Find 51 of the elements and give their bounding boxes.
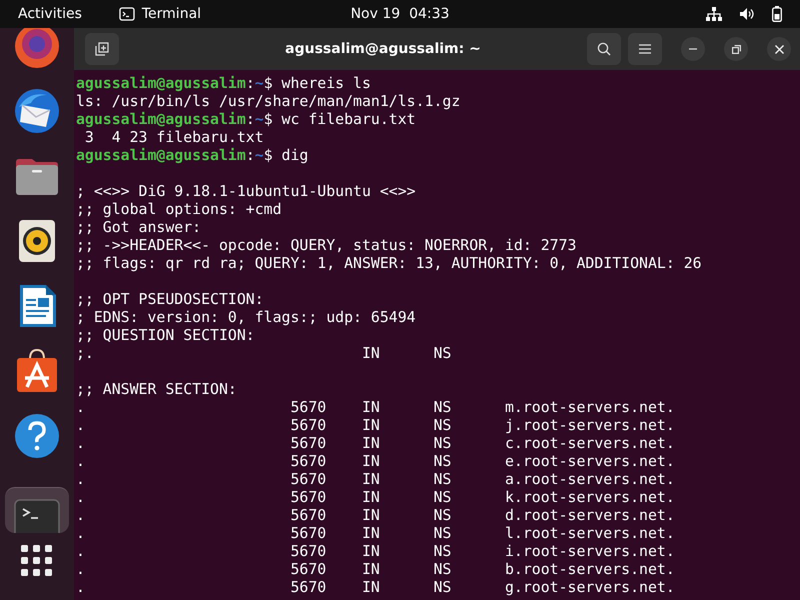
output-line: . 5670 IN NS l.root-servers.net.: [76, 524, 675, 542]
output-line: ; EDNS: version: 0, flags:; udp: 65494: [76, 308, 416, 326]
output-line: . 5670 IN NS k.root-servers.net.: [76, 488, 675, 506]
output-line: ; <<>> DiG 9.18.1-1ubuntu1-Ubuntu <<>>: [76, 182, 416, 200]
search-button[interactable]: [587, 33, 621, 65]
bird-envelope-icon: [13, 86, 61, 134]
terminal-icon: [14, 499, 60, 533]
output-line: ;; Got answer:: [76, 218, 202, 236]
output-line: . 5670 IN NS b.root-servers.net.: [76, 560, 675, 578]
clock[interactable]: Nov 19 04:33: [350, 6, 450, 22]
prompt-line: agussalim@agussalim:~$ dig: [76, 146, 308, 164]
output-line: ;; QUESTION SECTION:: [76, 326, 255, 344]
menu-icon: [639, 44, 651, 54]
new-tab-icon: [95, 42, 109, 56]
output-line: ;; ->>HEADER<<- opcode: QUERY, status: NOERROR, id: 2773: [76, 236, 576, 254]
output-line: . 5670 IN NS g.root-servers.net.: [76, 578, 675, 596]
window-title: agussalim@agussalim: ~: [284, 41, 482, 57]
apps-grid-button[interactable]: [21, 545, 53, 577]
output-line: . 5670 IN NS j.root-servers.net.: [76, 416, 675, 434]
prompt-line: agussalim@agussalim:~$ whereis ls: [76, 74, 371, 92]
network-icon[interactable]: [706, 7, 722, 21]
terminal-launcher[interactable]: [5, 487, 69, 533]
output-line: . 5670 IN NS d.root-servers.net.: [76, 506, 675, 524]
battery-icon[interactable]: [772, 6, 782, 22]
minimize-icon: [689, 48, 697, 50]
new-tab-button[interactable]: [85, 33, 119, 65]
close-icon: [774, 44, 784, 54]
output-line: ;; ANSWER SECTION:: [76, 380, 237, 398]
prompt-line: agussalim@agussalim:~$ wc filebaru.txt: [76, 110, 416, 128]
maximize-button[interactable]: [724, 37, 748, 61]
output-line: ls: /usr/bin/ls /usr/share/man/man1/ls.1.gz: [76, 92, 460, 110]
terminal-icon: [118, 7, 135, 21]
search-icon: [597, 42, 611, 56]
volume-icon[interactable]: [739, 7, 755, 21]
output-line: ;; flags: qr rd ra; QUERY: 1, ANSWER: 13, AUTHORITY: 0, ADDITIONAL: 26: [76, 254, 702, 272]
restore-icon: [732, 44, 740, 54]
output-line: ;; global options: +cmd: [76, 200, 282, 218]
menu-button[interactable]: [628, 33, 662, 65]
close-button[interactable]: [767, 37, 791, 61]
output-line: ;; OPT PSEUDOSECTION:: [76, 290, 264, 308]
help-icon: [13, 412, 61, 460]
output-line: . 5670 IN NS a.root-servers.net.: [76, 470, 675, 488]
fox-globe-icon: [13, 28, 61, 70]
output-line: 3 4 23 filebaru.txt: [84, 128, 264, 146]
output-line: . 5670 IN NS c.root-servers.net.: [76, 434, 675, 452]
output-line: . 5670 IN NS e.root-servers.net.: [76, 452, 675, 470]
activities-button[interactable]: Activities: [18, 6, 82, 22]
output-line: . 5670 IN NS i.root-servers.net.: [76, 542, 675, 560]
output-line: . 5670 IN NS m.root-servers.net.: [76, 398, 675, 416]
output-line: ;. IN NS: [76, 344, 452, 362]
app-menu[interactable]: Terminal: [142, 6, 202, 22]
